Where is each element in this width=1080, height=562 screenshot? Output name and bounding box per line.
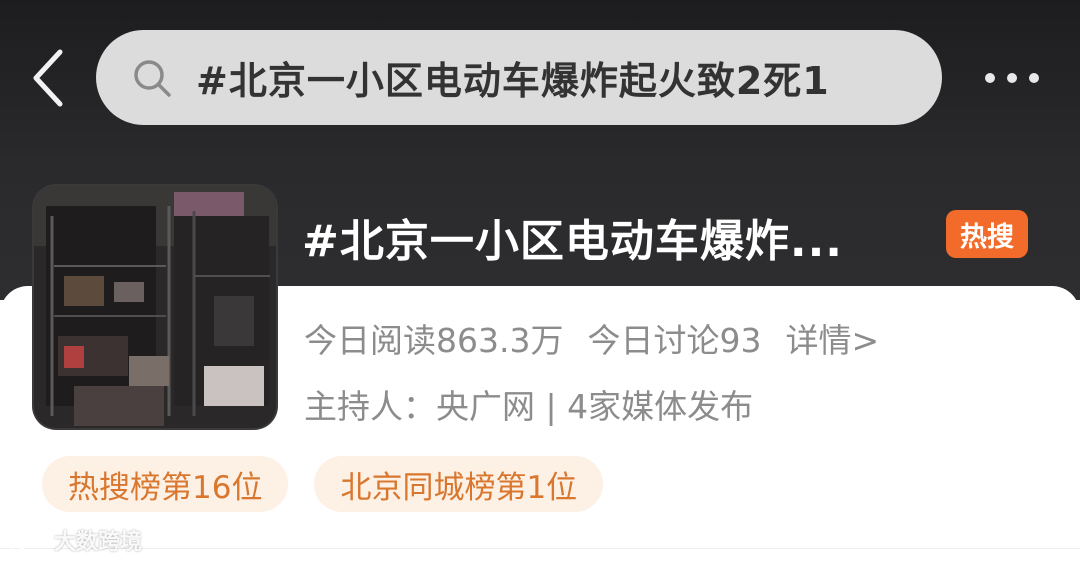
tag-beijing-local-rank[interactable]: 北京同城榜第1位 bbox=[314, 456, 604, 512]
tag-hot-search-rank[interactable]: 热搜榜第16位 bbox=[42, 456, 289, 512]
divider bbox=[0, 548, 1080, 549]
watermark-logo-icon bbox=[10, 530, 46, 550]
search-query-text: #北京一小区电动车爆炸起火致2死1 bbox=[196, 59, 830, 103]
chevron-left-icon bbox=[33, 49, 63, 107]
search-bar[interactable]: #北京一小区电动车爆炸起火致2死1 bbox=[96, 30, 942, 125]
hot-badge: 热搜 bbox=[946, 210, 1028, 258]
more-dot bbox=[1029, 73, 1039, 83]
host-info: 主持人：央广网 | 4家媒体发布 bbox=[304, 387, 754, 426]
more-dot bbox=[985, 73, 995, 83]
topic-thumbnail[interactable] bbox=[34, 186, 276, 428]
watermark: 大数跨境 bbox=[8, 524, 142, 556]
ranking-tags: 热搜榜第16位 北京同城榜第1位 bbox=[42, 456, 604, 512]
more-dot bbox=[1007, 73, 1017, 83]
back-button[interactable] bbox=[18, 40, 78, 116]
details-link[interactable]: 详情> bbox=[785, 314, 879, 362]
watermark-text: 大数跨境 bbox=[54, 530, 143, 555]
more-options-button[interactable] bbox=[968, 56, 1056, 100]
topic-title: #北京一小区电动车爆炸... bbox=[302, 216, 844, 267]
fire-damage-photo bbox=[34, 186, 276, 428]
reads-count: 今日阅读863.3万 bbox=[304, 321, 564, 360]
topic-stats: 今日阅读863.3万 今日讨论93 详情> bbox=[304, 314, 879, 362]
discussions-count: 今日讨论93 bbox=[587, 321, 762, 360]
search-icon bbox=[134, 59, 171, 97]
